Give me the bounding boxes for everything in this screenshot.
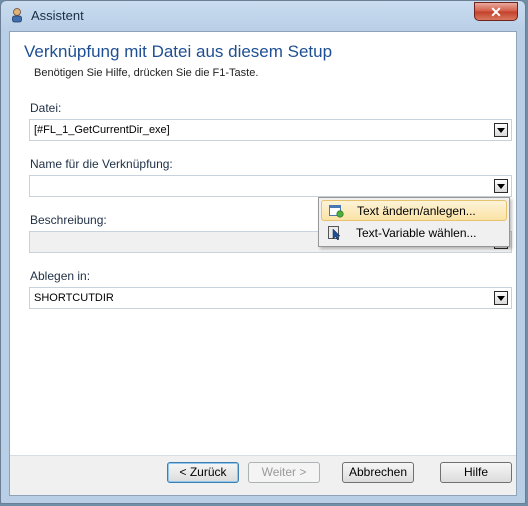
chevron-down-icon[interactable] (494, 179, 508, 193)
page-title: Verknüpfung mit Datei aus diesem Setup (24, 42, 333, 61)
wizard-content: Verknüpfung mit Datei aus diesem Setup B… (9, 31, 517, 496)
beschreibung-label: Beschreibung: (30, 213, 107, 227)
name-label: Name für die Verknüpfung: (30, 157, 173, 171)
edit-text-icon (329, 205, 344, 218)
select-variable-icon (328, 226, 341, 240)
datei-value: [#FL_1_GetCurrentDir_exe] (34, 124, 170, 136)
wizard-window: Assistent ✕ Verknüpfung mit Datei aus di… (0, 0, 526, 504)
next-button[interactable]: Weiter > (248, 462, 320, 483)
menu-item-edit-text[interactable]: Text ändern/anlegen... (321, 200, 507, 221)
app-icon (12, 8, 22, 23)
back-button[interactable]: < Zurück (167, 462, 239, 483)
menu-item-label: Text-Variable wählen... (356, 226, 477, 240)
menu-item-label: Text ändern/anlegen... (357, 204, 476, 218)
page-subtitle: Benötigen Sie Hilfe, drücken Sie die F1-… (34, 67, 259, 79)
chevron-down-icon[interactable] (494, 291, 508, 305)
menu-item-select-variable[interactable]: Text-Variable wählen... (321, 223, 507, 244)
chevron-down-icon[interactable] (494, 123, 508, 137)
name-combobox[interactable] (29, 175, 512, 197)
ablegen-value: SHORTCUTDIR (34, 292, 114, 304)
button-bar: < Zurück Weiter > Abbrechen Hilfe (10, 456, 516, 495)
datei-label: Datei: (30, 101, 62, 115)
window-title: Assistent (31, 8, 84, 23)
ablegen-combobox[interactable]: SHORTCUTDIR (29, 287, 512, 309)
title-bar[interactable]: Assistent ✕ (1, 1, 525, 31)
close-button[interactable]: ✕ (474, 2, 518, 21)
ablegen-label: Ablegen in: (30, 269, 91, 283)
context-menu: Text ändern/anlegen... Text-Variable wäh… (318, 197, 510, 247)
help-button[interactable]: Hilfe (440, 462, 512, 483)
datei-combobox[interactable]: [#FL_1_GetCurrentDir_exe] (29, 119, 512, 141)
cancel-button[interactable]: Abbrechen (342, 462, 414, 483)
